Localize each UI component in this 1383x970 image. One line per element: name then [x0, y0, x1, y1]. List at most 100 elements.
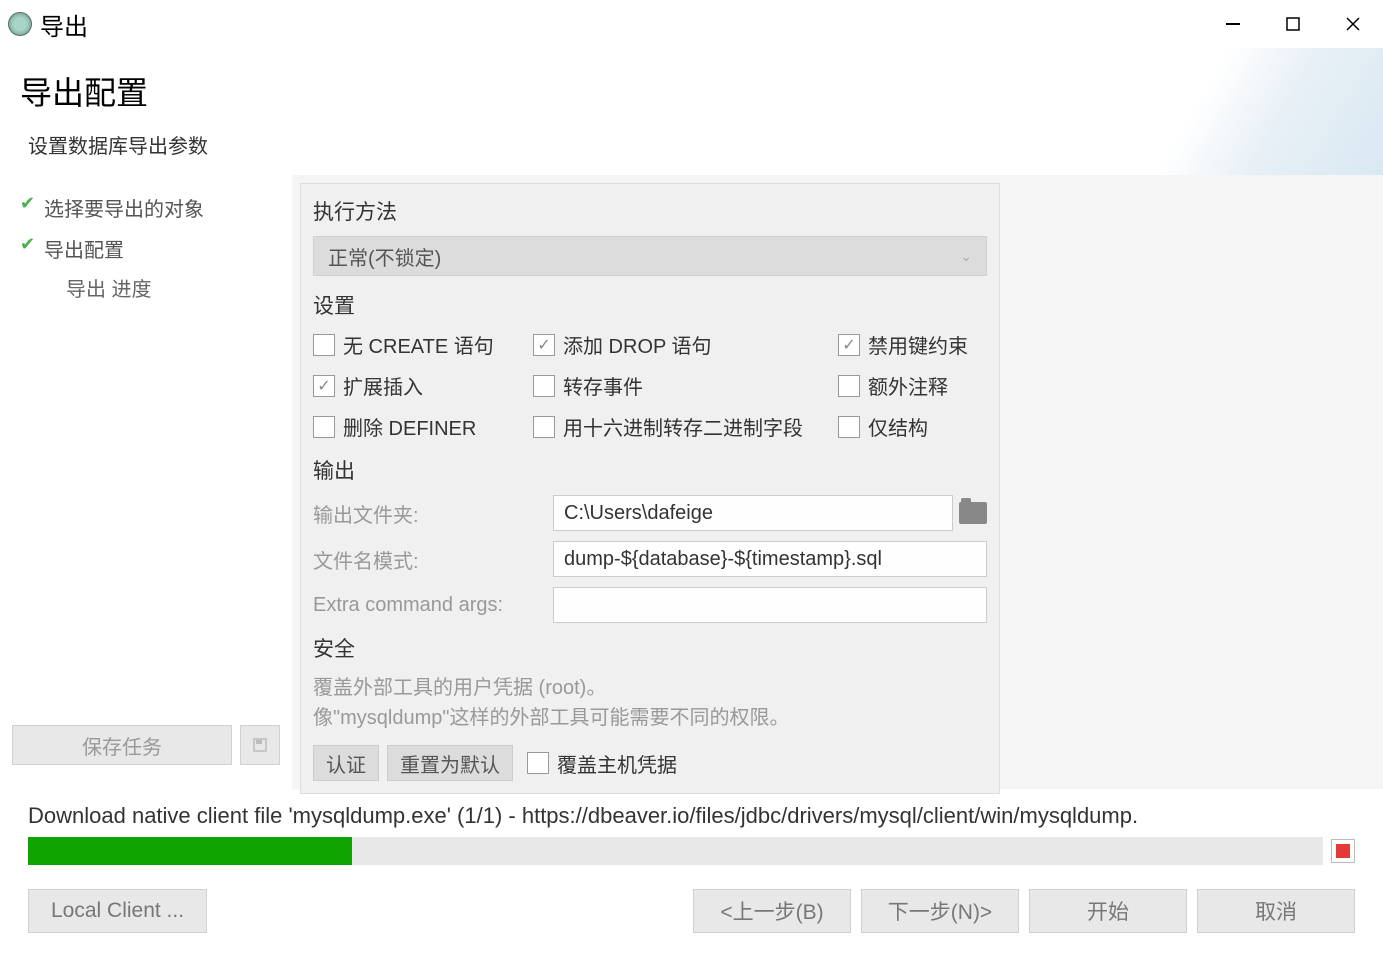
- checkbox-label: 禁用键约束: [868, 330, 968, 359]
- checkbox-icon: [313, 375, 335, 397]
- sidebar-bottom: 保存任务: [0, 713, 292, 777]
- close-button[interactable]: [1323, 0, 1383, 48]
- local-client-button[interactable]: Local Client ...: [28, 889, 207, 933]
- checkbox-label: 删除 DEFINER: [343, 412, 476, 441]
- output-extra-input[interactable]: [553, 587, 987, 623]
- output-pattern-row: 文件名模式:: [313, 541, 987, 577]
- minimize-icon: [1226, 23, 1240, 25]
- checkbox-icon: [533, 416, 555, 438]
- window-title: 导出: [40, 7, 88, 42]
- checkbox-icon: [838, 416, 860, 438]
- auth-button[interactable]: 认证: [313, 745, 379, 781]
- checkbox-icon: [313, 334, 335, 356]
- check-icon: ✔: [20, 234, 35, 255]
- settings-grid: 无 CREATE 语句 添加 DROP 语句 禁用键约束 扩展插入 转存事件: [313, 330, 987, 441]
- output-extra-wrap: [553, 587, 987, 623]
- app-icon: [8, 12, 32, 36]
- progress-bar: [28, 837, 1323, 865]
- download-text: Download native client file 'mysqldump.e…: [28, 803, 1355, 829]
- sidebar-item-label: 导出配置: [44, 240, 124, 262]
- download-area: Download native client file 'mysqldump.e…: [0, 789, 1383, 865]
- cancel-button[interactable]: 取消: [1197, 889, 1355, 933]
- save-task-button[interactable]: 保存任务: [12, 725, 232, 765]
- checkbox-icon: [533, 375, 555, 397]
- method-label: 执行方法: [313, 196, 987, 226]
- start-button[interactable]: 开始: [1029, 889, 1187, 933]
- output-folder-row: 输出文件夹:: [313, 495, 987, 531]
- output-label: 输出: [313, 455, 987, 485]
- check-disable-keys[interactable]: 禁用键约束: [838, 330, 987, 359]
- window-controls: [1203, 0, 1383, 48]
- check-icon: ✔: [20, 193, 35, 214]
- checkbox-icon: [838, 375, 860, 397]
- output-pattern-input[interactable]: [553, 541, 987, 577]
- check-extra-comments[interactable]: 额外注释: [838, 371, 987, 400]
- security-label: 安全: [313, 633, 987, 663]
- save-task-icon-button[interactable]: [240, 725, 280, 765]
- sidebar-top: ✔ 选择要导出的对象 ✔ 导出配置 导出 进度: [0, 187, 292, 713]
- chevron-down-icon: ⌄: [960, 248, 972, 265]
- back-button[interactable]: <上一步(B): [693, 889, 851, 933]
- stop-icon: [1336, 844, 1350, 858]
- minimize-button[interactable]: [1203, 0, 1263, 48]
- sidebar-sub-progress[interactable]: 导出 进度: [0, 269, 292, 306]
- content: 执行方法 正常(不锁定) ⌄ 设置 无 CREATE 语句 添加 DROP 语句: [292, 175, 1383, 789]
- check-no-create[interactable]: 无 CREATE 语句: [313, 330, 523, 359]
- checkbox-label: 覆盖主机凭据: [557, 749, 677, 778]
- header: 导出配置 设置数据库导出参数: [0, 48, 1383, 175]
- checkbox-icon: [838, 334, 860, 356]
- progress-row: [28, 837, 1355, 865]
- checkbox-icon: [313, 416, 335, 438]
- page-subtitle: 设置数据库导出参数: [20, 130, 1363, 159]
- next-button[interactable]: 下一步(N)>: [861, 889, 1019, 933]
- security-note-2: 像"mysqldump"这样的外部工具可能需要不同的权限。: [313, 707, 789, 729]
- check-remove-definer[interactable]: 删除 DEFINER: [313, 412, 523, 441]
- output-extra-row: Extra command args:: [313, 587, 987, 623]
- checkbox-label: 额外注释: [868, 371, 948, 400]
- check-add-drop[interactable]: 添加 DROP 语句: [533, 330, 828, 359]
- check-hex-binary[interactable]: 用十六进制转存二进制字段: [533, 412, 828, 441]
- sidebar-item-objects[interactable]: ✔ 选择要导出的对象: [0, 187, 292, 228]
- security-note: 覆盖外部工具的用户凭据 (root)。 像"mysqldump"这样的外部工具可…: [313, 673, 987, 733]
- sidebar: ✔ 选择要导出的对象 ✔ 导出配置 导出 进度 保存任务: [0, 175, 292, 789]
- output-pattern-wrap: [553, 541, 987, 577]
- output-folder-label: 输出文件夹:: [313, 499, 541, 528]
- close-icon: [1346, 17, 1360, 31]
- output-extra-label: Extra command args:: [313, 594, 541, 617]
- check-dump-events[interactable]: 转存事件: [533, 371, 828, 400]
- checkbox-label: 仅结构: [868, 412, 928, 441]
- maximize-icon: [1286, 17, 1300, 31]
- page-title: 导出配置: [20, 68, 1363, 114]
- check-extended-insert[interactable]: 扩展插入: [313, 371, 523, 400]
- title-left: 导出: [8, 7, 88, 42]
- checkbox-label: 扩展插入: [343, 371, 423, 400]
- settings-label: 设置: [313, 290, 987, 320]
- checkbox-icon: [533, 334, 555, 356]
- main: ✔ 选择要导出的对象 ✔ 导出配置 导出 进度 保存任务 执行方法 正常(不锁定…: [0, 175, 1383, 789]
- footer-left: Local Client ...: [28, 889, 683, 933]
- output-folder-input[interactable]: [553, 495, 953, 531]
- check-override-host[interactable]: 覆盖主机凭据: [527, 749, 677, 778]
- progress-fill: [28, 837, 352, 865]
- stop-button[interactable]: [1331, 839, 1355, 863]
- checkbox-label: 无 CREATE 语句: [343, 330, 494, 359]
- method-selected: 正常(不锁定): [328, 242, 441, 271]
- method-dropdown[interactable]: 正常(不锁定) ⌄: [313, 236, 987, 276]
- security-note-1: 覆盖外部工具的用户凭据 (root)。: [313, 677, 606, 699]
- check-structure-only[interactable]: 仅结构: [838, 412, 987, 441]
- output-folder-wrap: [553, 495, 987, 531]
- footer: Local Client ... <上一步(B) 下一步(N)> 开始 取消: [0, 889, 1383, 953]
- save-icon: [252, 737, 268, 753]
- checkbox-label: 添加 DROP 语句: [563, 330, 712, 359]
- checkbox-label: 转存事件: [563, 371, 643, 400]
- sidebar-item-config[interactable]: ✔ 导出配置: [0, 228, 292, 269]
- checkbox-label: 用十六进制转存二进制字段: [563, 412, 803, 441]
- output-pattern-label: 文件名模式:: [313, 545, 541, 574]
- sidebar-item-label: 选择要导出的对象: [44, 199, 204, 221]
- content-panel: 执行方法 正常(不锁定) ⌄ 设置 无 CREATE 语句 添加 DROP 语句: [300, 183, 1000, 794]
- reset-default-button[interactable]: 重置为默认: [387, 745, 513, 781]
- folder-icon[interactable]: [959, 502, 987, 524]
- checkbox-icon: [527, 752, 549, 774]
- title-bar: 导出: [0, 0, 1383, 48]
- maximize-button[interactable]: [1263, 0, 1323, 48]
